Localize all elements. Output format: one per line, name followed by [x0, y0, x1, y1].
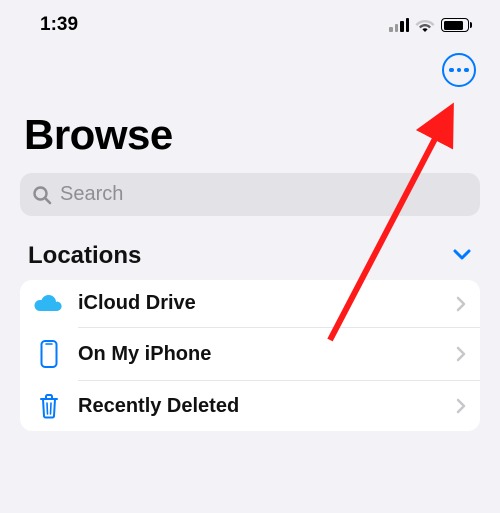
chevron-right-icon — [456, 346, 466, 362]
status-bar: 1:39 — [0, 0, 500, 42]
chevron-right-icon — [456, 296, 466, 312]
status-indicators — [389, 18, 472, 33]
nav-row — [0, 42, 500, 87]
search-icon — [32, 185, 52, 205]
location-recently-deleted[interactable]: Recently Deleted — [20, 381, 480, 431]
page-title: Browse — [0, 87, 500, 173]
search-field[interactable] — [20, 173, 480, 216]
wifi-icon — [415, 18, 435, 33]
more-button[interactable] — [442, 53, 476, 87]
section-locations-header: Locations — [28, 242, 141, 270]
battery-icon — [441, 18, 472, 32]
status-time: 1:39 — [40, 14, 78, 36]
location-on-my-iphone[interactable]: On My iPhone — [20, 328, 480, 380]
collapse-locations-button[interactable] — [452, 247, 472, 266]
location-label: iCloud Drive — [78, 292, 442, 315]
search-input[interactable] — [60, 183, 468, 206]
cellular-icon — [389, 18, 409, 32]
chevron-right-icon — [456, 398, 466, 414]
location-label: On My iPhone — [78, 343, 442, 366]
locations-list: iCloud Drive On My iPhone R — [20, 280, 480, 431]
location-label: Recently Deleted — [78, 395, 442, 418]
location-icloud-drive[interactable]: iCloud Drive — [20, 280, 480, 327]
trash-icon — [34, 393, 64, 419]
iphone-icon — [34, 340, 64, 368]
cloud-icon — [34, 293, 64, 315]
